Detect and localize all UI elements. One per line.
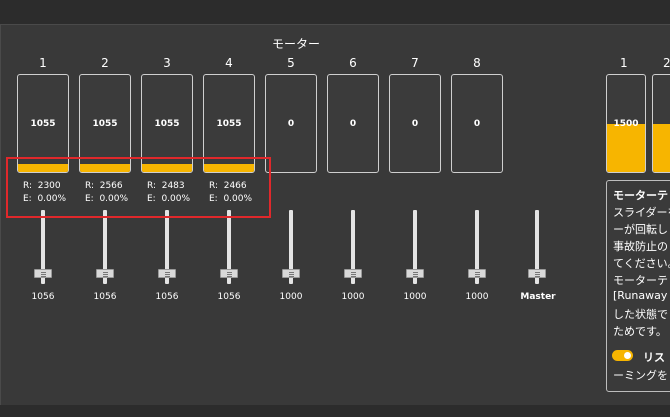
info-line: てください。	[613, 257, 670, 270]
info-line: 事故防止の	[613, 240, 668, 253]
master-label: Master	[520, 292, 556, 302]
slider-value: 1056	[93, 292, 117, 302]
toggle-switch[interactable]	[612, 350, 633, 361]
motor-value: 1055	[216, 119, 242, 129]
right-motor-fill	[653, 124, 670, 172]
motor-slider-thumb[interactable]	[282, 269, 300, 278]
motor-number: 4	[225, 56, 233, 70]
info-line: [Runaway T	[613, 289, 670, 302]
motor-box: 0	[389, 74, 441, 173]
motor-slider-thumb[interactable]	[96, 269, 114, 278]
slider-value: 1056	[155, 292, 179, 302]
info-line: スライダーを	[613, 206, 670, 219]
right-motor-number: 2	[663, 56, 670, 70]
motor-box: 0	[265, 74, 317, 173]
motor-value: 0	[473, 119, 481, 129]
right-motor-box	[652, 74, 670, 173]
motor-value: 1055	[154, 119, 180, 129]
master-slider-thumb[interactable]	[528, 269, 546, 278]
slider-value: 1000	[341, 292, 365, 302]
motor-slider-thumb[interactable]	[344, 269, 362, 278]
motor-number: 6	[349, 56, 357, 70]
motor-value: 0	[411, 119, 419, 129]
toggle-knob	[624, 352, 631, 359]
motor-value: 0	[349, 119, 357, 129]
motor-value: 1055	[30, 119, 56, 129]
right-motor-box: 1500	[606, 74, 646, 173]
motor-number: 2	[101, 56, 109, 70]
info-line: ーが回転しま	[613, 223, 670, 236]
motor-slider-thumb[interactable]	[158, 269, 176, 278]
motor-number: 5	[287, 56, 295, 70]
right-motor-number: 1	[620, 56, 628, 70]
motor-number: 3	[163, 56, 171, 70]
motor-value: 1055	[92, 119, 118, 129]
toggle-label: リス	[643, 351, 665, 364]
motor-box: 0	[451, 74, 503, 173]
motor-slider-thumb[interactable]	[406, 269, 424, 278]
right-motor-fill	[607, 124, 645, 172]
motor-box: 0	[327, 74, 379, 173]
motor-slider-thumb[interactable]	[468, 269, 486, 278]
slider-value: 1056	[217, 292, 241, 302]
slider-value: 1000	[403, 292, 427, 302]
info-line: した状態で	[613, 308, 668, 321]
motor-number: 7	[411, 56, 419, 70]
info-line: モーターテ	[613, 274, 668, 287]
right-motor-value: 1500	[613, 119, 639, 129]
motor-slider-thumb[interactable]	[34, 269, 52, 278]
motor-number: 1	[39, 56, 47, 70]
motor-number: 8	[473, 56, 481, 70]
highlight-box	[6, 157, 271, 218]
motor-slider-thumb[interactable]	[220, 269, 238, 278]
slider-value: 1000	[279, 292, 303, 302]
toggle-sublabel: ーミングを	[613, 369, 668, 382]
slider-value: 1056	[31, 292, 55, 302]
info-line: ためです。	[613, 325, 667, 338]
slider-value: 1000	[465, 292, 489, 302]
info-line: モーターテ	[613, 189, 668, 202]
panel-title: モーター	[272, 37, 321, 51]
motor-value: 0	[287, 119, 295, 129]
